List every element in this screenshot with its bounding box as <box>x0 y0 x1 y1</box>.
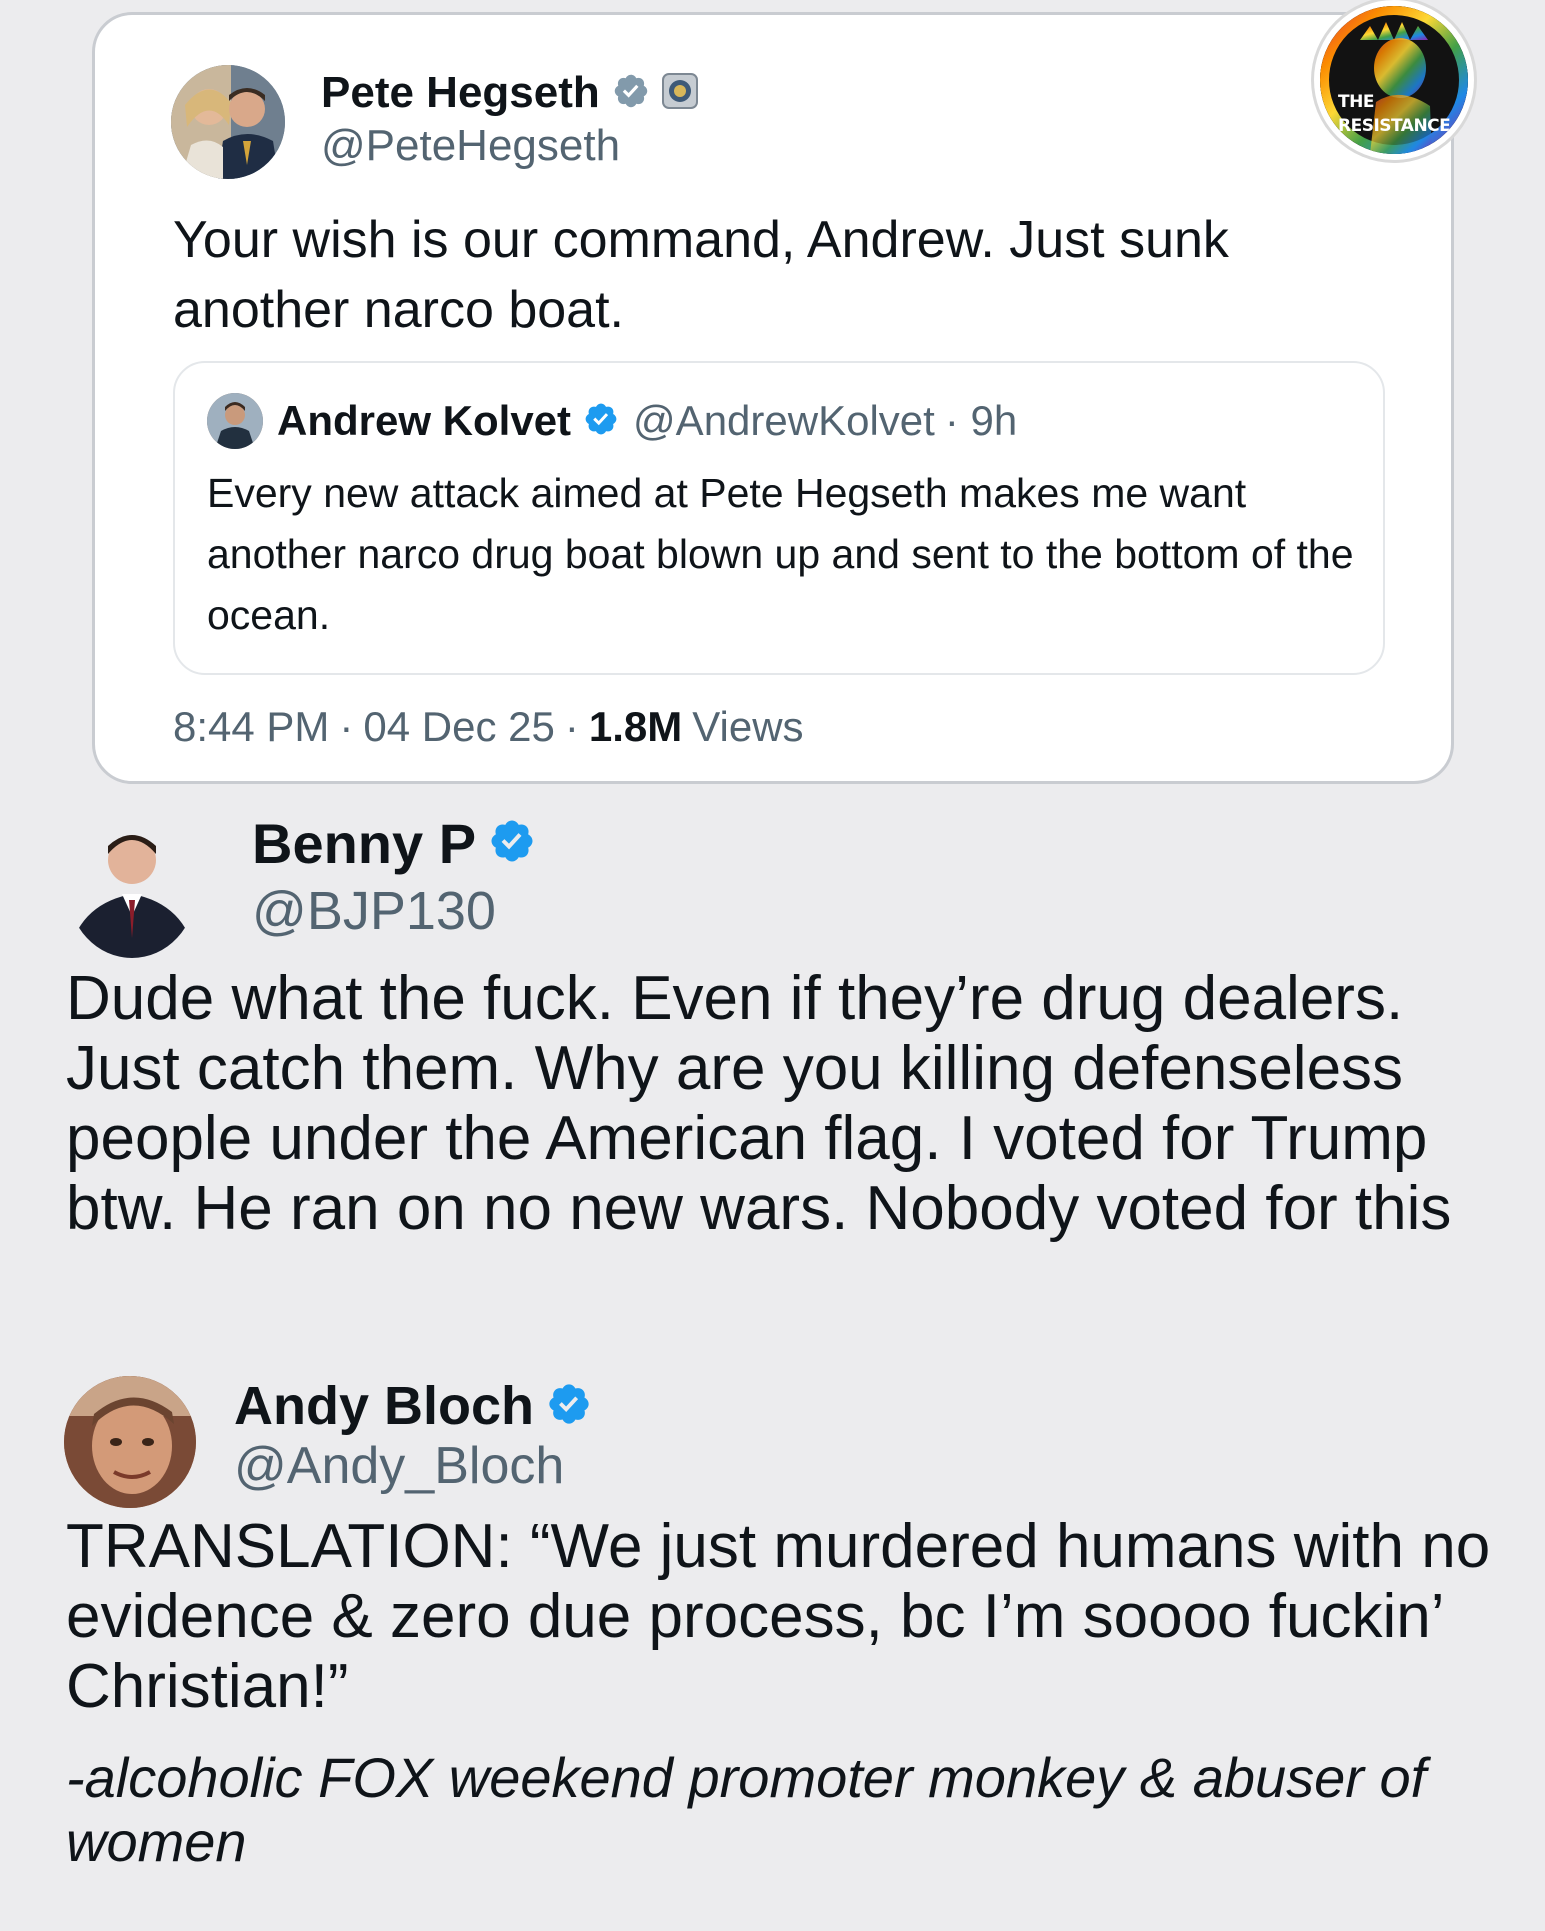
tweet-time[interactable]: 8:44 PM <box>173 703 329 751</box>
views-label: Views <box>692 703 804 750</box>
andrew-display-name[interactable]: Andrew Kolvet <box>277 397 571 445</box>
pete-avatar[interactable] <box>171 65 285 179</box>
pete-name-line: Pete Hegseth <box>321 61 698 125</box>
resistance-logo: THE RESISTANCE <box>1314 0 1474 160</box>
government-seal-icon <box>661 72 698 114</box>
andrew-avatar[interactable] <box>207 393 263 449</box>
andy-handle[interactable]: @Andy_Bloch <box>234 1436 564 1496</box>
main-tweet-text: Your wish is our command, Andrew. Just s… <box>173 211 1229 339</box>
quoted-tweet-age: · 9h <box>944 397 1018 444</box>
andy-name-line: Andy Bloch <box>234 1374 592 1438</box>
benny-tweet-text: Dude what the fuck. Even if they’re drug… <box>66 964 1452 1243</box>
andy-avatar[interactable] <box>64 1376 196 1508</box>
verified-badge-icon <box>612 72 650 115</box>
main-tweet-card[interactable]: Pete Hegseth @PeteHegseth Your wish is o… <box>92 12 1454 784</box>
benny-display-name[interactable]: Benny P <box>252 811 476 876</box>
meta-separator: · <box>564 703 579 750</box>
quoted-tweet-text: Every new attack aimed at Pete Hegseth m… <box>207 470 1354 638</box>
logo-text: THE RESISTANCE <box>1338 90 1468 138</box>
andrew-handle[interactable]: @AndrewKolvet <box>633 397 935 445</box>
pete-handle[interactable]: @PeteHegseth <box>321 121 620 171</box>
caption-text: -alcoholic FOX weekend promoter monkey &… <box>66 1746 1427 1873</box>
verified-badge-icon <box>546 1381 592 1432</box>
tweet-metadata: 8:44 PM · 04 Dec 25 · 1.8M Views <box>173 703 804 751</box>
screenshot-page: Pete Hegseth @PeteHegseth Your wish is o… <box>0 0 1545 1931</box>
views-count: 1.8M <box>588 703 683 750</box>
logo-text-line2: RESISTANCE <box>1338 116 1451 136</box>
logo-text-line1: THE <box>1338 92 1374 112</box>
pete-display-name[interactable]: Pete Hegseth <box>321 68 600 118</box>
benny-name-line: Benny P <box>252 808 536 878</box>
benny-avatar[interactable] <box>68 820 196 958</box>
quoted-tweet[interactable]: Andrew Kolvet @AndrewKolvet · 9h Every n… <box>173 361 1385 675</box>
andy-tweet-text: TRANSLATION: “We just murdered humans wi… <box>66 1512 1491 1721</box>
meta-separator: · <box>339 703 354 750</box>
verified-badge-icon <box>488 817 536 870</box>
benny-handle[interactable]: @BJP130 <box>252 880 496 942</box>
verified-badge-icon <box>583 401 619 442</box>
andy-display-name[interactable]: Andy Bloch <box>234 1375 534 1437</box>
quoted-tweet-header: Andrew Kolvet @AndrewKolvet · 9h <box>207 393 1017 449</box>
tweet-date[interactable]: 04 Dec 25 <box>363 703 554 751</box>
